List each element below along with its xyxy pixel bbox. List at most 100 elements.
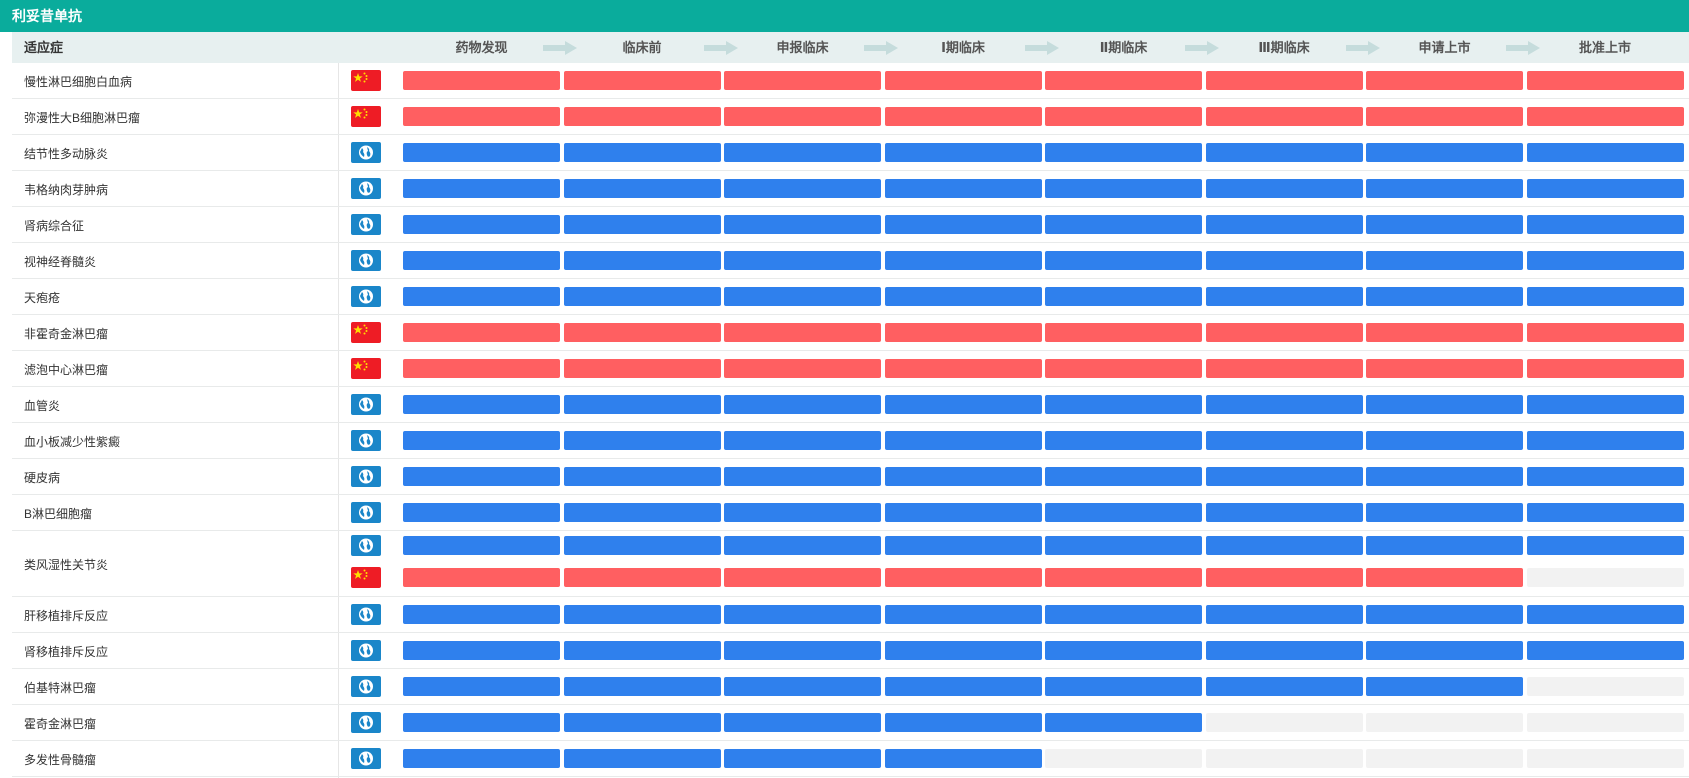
stage-bar-filled <box>563 71 721 90</box>
stage-bar-empty <box>1366 749 1523 768</box>
stage-bar-filled <box>563 179 721 198</box>
stage-header-7: 申请上市 <box>1418 40 1471 55</box>
stage-bar-filled <box>1526 395 1684 414</box>
table-row[interactable]: 血管炎 <box>12 387 1689 423</box>
stage-bar-filled <box>724 536 881 555</box>
stage-bar-filled <box>1366 287 1523 306</box>
table-row[interactable]: 硬皮病 <box>12 459 1689 495</box>
globe-icon <box>351 394 381 415</box>
stage-header-6: Ⅲ期临床 <box>1258 40 1310 55</box>
stage-bar-filled <box>1045 359 1202 378</box>
globe-icon <box>351 604 381 625</box>
indication-name: 慢性淋巴细胞白血病 <box>24 75 133 89</box>
table-row[interactable]: 肾病综合征 <box>12 207 1689 243</box>
stage-bar-filled <box>1205 215 1363 234</box>
stage-bar-filled <box>1045 713 1202 732</box>
indication-name: 肾移植排斥反应 <box>24 645 109 659</box>
stage-bar-filled <box>1205 143 1363 162</box>
stage-bar-filled <box>1526 323 1684 342</box>
stage-bar-filled <box>724 677 881 696</box>
globe-icon <box>351 250 381 271</box>
stage-bar-filled <box>403 677 560 696</box>
stage-bar-filled <box>563 431 721 450</box>
table-row[interactable]: 肝移植排斥反应 <box>12 597 1689 633</box>
table-row[interactable]: 慢性淋巴细胞白血病 <box>12 63 1689 99</box>
stage-bar-filled <box>1205 568 1363 587</box>
stage-bar-filled <box>1366 179 1523 198</box>
stage-bar-filled <box>1045 143 1202 162</box>
stage-header-4: Ⅰ期临床 <box>941 40 985 55</box>
stage-bar-filled <box>1526 143 1684 162</box>
stage-bar-filled <box>563 107 721 126</box>
stage-bar-filled <box>884 503 1042 522</box>
table-row[interactable]: 霍奇金淋巴瘤 <box>12 705 1689 741</box>
drug-title-bar: 利妥昔单抗 <box>0 0 1689 32</box>
stage-bar-filled <box>724 431 881 450</box>
indication-name: 天疱疮 <box>24 291 61 305</box>
china-flag-icon <box>351 70 381 91</box>
stage-bar-filled <box>1526 467 1684 486</box>
stage-bar-filled <box>1205 536 1363 555</box>
table-row[interactable]: 血小板减少性紫癜 <box>12 423 1689 459</box>
stage-bar-empty <box>1205 749 1363 768</box>
table-row[interactable]: 类风湿性关节炎 <box>12 531 1689 597</box>
stage-bar-filled <box>563 605 721 624</box>
stage-bar-filled <box>884 395 1042 414</box>
stage-bar-filled <box>403 749 560 768</box>
globe-icon <box>351 640 381 661</box>
stage-bar-empty <box>1205 713 1363 732</box>
table-row[interactable]: 视神经脊髓炎 <box>12 243 1689 279</box>
globe-icon <box>351 142 381 163</box>
stage-bar-filled <box>563 467 721 486</box>
stage-bar-filled <box>884 677 1042 696</box>
stage-bar-filled <box>1366 568 1523 587</box>
stage-bar-filled <box>403 467 560 486</box>
stage-bar-filled <box>1045 431 1202 450</box>
stage-bar-filled <box>884 215 1042 234</box>
stage-bar-filled <box>1205 641 1363 660</box>
indication-name: 结节性多动脉炎 <box>24 147 109 161</box>
stage-bar-filled <box>563 503 721 522</box>
stage-bar-filled <box>1366 251 1523 270</box>
stage-bar-filled <box>884 536 1042 555</box>
stage-bar-filled <box>1366 677 1523 696</box>
stage-bar-filled <box>403 215 560 234</box>
stage-bar-filled <box>1366 323 1523 342</box>
stage-bar-filled <box>884 467 1042 486</box>
stage-bar-filled <box>563 251 721 270</box>
stage-header-3: 申报临床 <box>776 40 829 55</box>
stage-bar-filled <box>1366 215 1523 234</box>
stage-bar-filled <box>884 359 1042 378</box>
stage-bar-filled <box>1366 641 1523 660</box>
table-row[interactable]: 伯基特淋巴瘤 <box>12 669 1689 705</box>
table-row[interactable]: 肾移植排斥反应 <box>12 633 1689 669</box>
stage-bar-filled <box>884 605 1042 624</box>
indication-name: 弥漫性大B细胞淋巴瘤 <box>24 111 141 125</box>
indication-name: 多发性骨髓瘤 <box>24 753 97 767</box>
table-row[interactable]: 结节性多动脉炎 <box>12 135 1689 171</box>
stage-bar-filled <box>1045 287 1202 306</box>
table-row[interactable]: 多发性骨髓瘤 <box>12 741 1689 777</box>
table-row[interactable]: 弥漫性大B细胞淋巴瘤 <box>12 99 1689 135</box>
globe-icon <box>351 466 381 487</box>
stage-bar-empty <box>1526 568 1684 587</box>
table-row[interactable]: 非霍奇金淋巴瘤 <box>12 315 1689 351</box>
table-row[interactable]: B淋巴细胞瘤 <box>12 495 1689 531</box>
stage-bar-filled <box>1045 323 1202 342</box>
stage-bar-filled <box>1366 536 1523 555</box>
stage-bar-filled <box>403 431 560 450</box>
indication-name: B淋巴细胞瘤 <box>24 507 93 521</box>
stage-bar-filled <box>403 359 560 378</box>
stage-bar-empty <box>1526 713 1684 732</box>
table-row[interactable]: 天疱疮 <box>12 279 1689 315</box>
stage-bar-empty <box>1045 749 1202 768</box>
table-row[interactable]: 韦格纳肉芽肿病 <box>12 171 1689 207</box>
row-divider <box>12 776 1689 777</box>
stage-bar-filled <box>403 395 560 414</box>
table-row[interactable]: 滤泡中心淋巴瘤 <box>12 351 1689 387</box>
stage-bar-filled <box>1526 503 1684 522</box>
stage-bar-filled <box>1526 431 1684 450</box>
stage-bar-filled <box>884 143 1042 162</box>
globe-icon <box>351 535 381 556</box>
stage-bar-filled <box>884 179 1042 198</box>
